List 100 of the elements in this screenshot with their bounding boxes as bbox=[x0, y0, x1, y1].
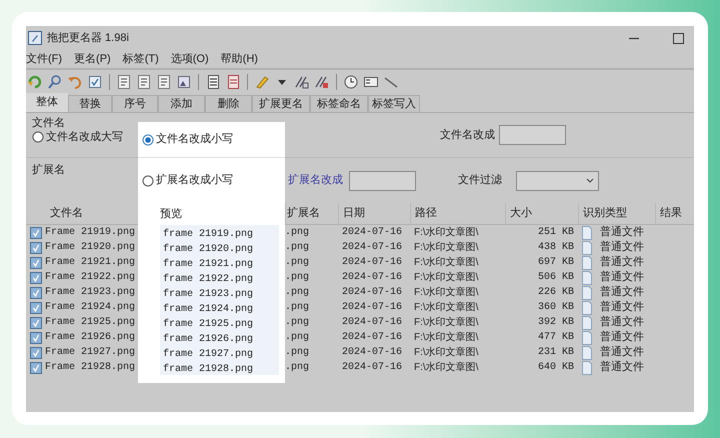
chevron-down-icon bbox=[586, 178, 594, 184]
table-cell-text: F:\水印文章图\ bbox=[413, 300, 480, 315]
table-cell-text: 2024-07-16 bbox=[341, 361, 404, 375]
document-icon[interactable] bbox=[156, 74, 172, 90]
table-cell-text: Frame 21928.png bbox=[45, 361, 136, 375]
menu-item[interactable]: 更名(P) bbox=[74, 50, 111, 68]
table-cell-text: 392 KB bbox=[538, 316, 574, 330]
table-cell-text: .png bbox=[285, 346, 310, 360]
checkbox-icon[interactable] bbox=[87, 74, 103, 90]
table-cell: 普通文件 bbox=[600, 345, 644, 360]
radio-button[interactable]: 文件名改成大写 bbox=[32, 129, 138, 146]
text-edit-icon[interactable] bbox=[294, 74, 310, 90]
table-cell-text: Frame 21926.png bbox=[45, 331, 136, 345]
checked-checkbox-icon[interactable] bbox=[30, 242, 42, 254]
table-cell-text: 477 KB bbox=[538, 331, 574, 345]
table-cell-text: F:\水印文章图\ bbox=[413, 256, 480, 270]
field-label: 扩展名改成 bbox=[288, 172, 343, 188]
clock-icon[interactable] bbox=[343, 74, 359, 90]
table-cell: frame 21925.png bbox=[163, 319, 254, 330]
search-icon[interactable] bbox=[47, 74, 63, 90]
file-icon bbox=[582, 226, 592, 240]
column-header[interactable]: 路径 bbox=[415, 205, 437, 222]
checked-checkbox-icon[interactable] bbox=[30, 226, 42, 238]
column-header[interactable]: 扩展名 bbox=[287, 205, 320, 222]
delete-list-icon[interactable] bbox=[225, 74, 241, 90]
table-cell: frame 21922.png bbox=[163, 274, 254, 285]
checked-checkbox-icon[interactable] bbox=[30, 286, 42, 298]
column-header[interactable]: 日期 bbox=[343, 205, 365, 222]
table-cell-text: .png bbox=[285, 331, 310, 345]
tab[interactable]: 整体 bbox=[26, 93, 68, 112]
menu-item[interactable]: 标签(T) bbox=[122, 50, 159, 68]
checked-checkbox-icon[interactable] bbox=[30, 316, 42, 328]
table-cell-text: 2024-07-16 bbox=[341, 226, 404, 240]
checked-checkbox-icon[interactable] bbox=[30, 332, 42, 344]
file-icon bbox=[582, 270, 592, 284]
table-cell-text: F:\水印文章图\ bbox=[413, 286, 480, 300]
document-icon[interactable] bbox=[136, 74, 152, 90]
table-cell-text: .png bbox=[285, 256, 310, 270]
file-icon bbox=[582, 286, 592, 300]
table-cell: 普通文件 bbox=[600, 315, 644, 330]
table-cell-text: Frame 21921.png bbox=[45, 256, 136, 270]
column-header[interactable]: 文件名 bbox=[50, 205, 83, 222]
group-label: 文件名 bbox=[32, 117, 66, 129]
image-icon[interactable] bbox=[176, 74, 192, 90]
column-header[interactable]: 大小 bbox=[510, 205, 532, 222]
table-cell-text: 2024-07-16 bbox=[341, 346, 404, 360]
tab[interactable]: 标签写入 bbox=[368, 95, 420, 112]
window-title: 拖把更名器 1.98i bbox=[47, 30, 129, 46]
file-icon bbox=[582, 360, 592, 374]
tab[interactable]: 序号 bbox=[112, 95, 158, 112]
field-label: 文件名改成 bbox=[440, 128, 495, 143]
table-cell-text: .png bbox=[285, 241, 310, 255]
file-icon bbox=[582, 316, 592, 330]
file-icon bbox=[582, 346, 592, 360]
checked-checkbox-icon[interactable] bbox=[30, 272, 42, 284]
table-cell-text: 438 KB bbox=[538, 241, 574, 255]
radio-circle-icon[interactable] bbox=[32, 131, 44, 144]
table-cell-text: .png bbox=[285, 361, 310, 375]
table-cell-text: .png bbox=[285, 286, 310, 300]
menu-item[interactable]: 帮助(H) bbox=[220, 50, 258, 68]
table-cell-text: 226 KB bbox=[538, 286, 574, 300]
menu-item[interactable]: 选项(O) bbox=[170, 50, 209, 68]
text-field[interactable] bbox=[349, 170, 416, 190]
table-cell: 普通文件 bbox=[600, 300, 644, 315]
checked-checkbox-icon[interactable] bbox=[30, 256, 42, 268]
selected-radio-icon[interactable] bbox=[142, 134, 154, 146]
field-label: 文件过滤 bbox=[458, 172, 502, 188]
table-cell-text: 2024-07-16 bbox=[341, 256, 404, 270]
table-cell-text: .png bbox=[285, 301, 310, 315]
text-edit-icon[interactable] bbox=[314, 74, 330, 90]
tab[interactable]: 删除 bbox=[205, 95, 252, 112]
column-header[interactable]: 识别类型 bbox=[583, 205, 627, 222]
tab[interactable]: 替换 bbox=[68, 95, 112, 112]
radio-circle-icon[interactable] bbox=[142, 174, 154, 186]
column-header[interactable]: 结果 bbox=[660, 205, 682, 222]
tab[interactable]: 标签命名 bbox=[310, 95, 368, 112]
file-icon bbox=[582, 256, 592, 270]
table-cell-text: 2024-07-16 bbox=[341, 316, 404, 330]
text-field[interactable] bbox=[499, 125, 566, 145]
table-cell-text: Frame 21924.png bbox=[45, 301, 136, 315]
document-icon[interactable] bbox=[116, 74, 132, 90]
checked-checkbox-icon[interactable] bbox=[30, 346, 42, 358]
list-icon[interactable] bbox=[205, 74, 221, 90]
tab[interactable]: 扩展更名 bbox=[252, 95, 310, 112]
menu-item[interactable]: 文件(F) bbox=[26, 50, 62, 68]
tab[interactable]: 添加 bbox=[158, 95, 205, 112]
table-cell-text: .png bbox=[285, 271, 310, 285]
card-icon[interactable] bbox=[363, 74, 379, 90]
table-cell-text: 360 KB bbox=[538, 301, 574, 315]
table-cell: 普通文件 bbox=[600, 270, 644, 285]
table-cell-text: 640 KB bbox=[538, 361, 574, 375]
table-cell: 普通文件 bbox=[600, 255, 644, 270]
table-cell: frame 21924.png bbox=[163, 304, 254, 315]
table-cell-text: 251 KB bbox=[538, 226, 574, 240]
checked-checkbox-icon[interactable] bbox=[30, 302, 42, 314]
column-header[interactable]: 预览 bbox=[160, 206, 182, 222]
table-cell: frame 21921.png bbox=[163, 259, 254, 270]
checked-checkbox-icon[interactable] bbox=[30, 362, 42, 374]
maximize-icon[interactable] bbox=[673, 32, 684, 44]
table-cell-text: .png bbox=[285, 226, 310, 240]
